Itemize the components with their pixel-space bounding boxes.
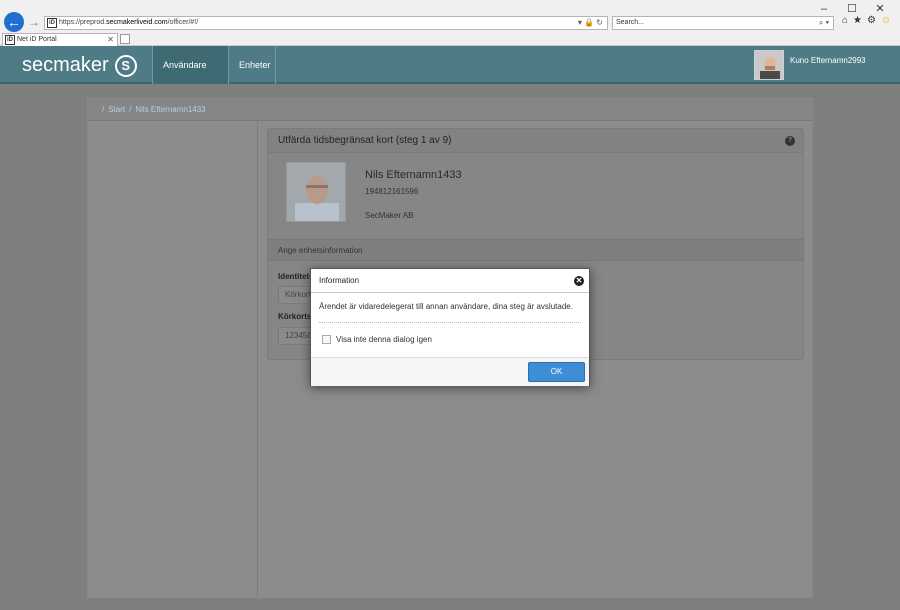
- window-controls: – ☐ ✕: [810, 2, 894, 16]
- dropdown-icon[interactable]: ▾: [578, 18, 582, 27]
- home-icon[interactable]: ⌂: [842, 15, 848, 26]
- address-icons: ▾ 🔒 ↻: [578, 17, 603, 29]
- refresh-icon[interactable]: ↻: [596, 18, 603, 27]
- information-dialog: Information ✕ Ärendet är vidaredelegerat…: [310, 268, 590, 386]
- user-avatar[interactable]: [754, 50, 784, 80]
- lock-icon[interactable]: 🔒: [584, 18, 594, 27]
- person-photo: [286, 162, 346, 222]
- dialog-divider: [319, 322, 581, 323]
- close-icon[interactable]: ✕: [574, 276, 584, 286]
- favorites-star-icon[interactable]: ★: [853, 15, 862, 26]
- arrow-right-icon: →: [28, 15, 40, 29]
- panel-title: Utfärda tidsbegränsat kort (steg 1 av 9): [268, 129, 803, 153]
- tab-favicon-icon: iD: [5, 35, 15, 45]
- nav-tab-users[interactable]: Användare1: [152, 46, 228, 111]
- logo-text: secmaker: [22, 54, 109, 76]
- url-host: secmakerliveid.com: [106, 19, 168, 26]
- close-window-icon[interactable]: ✕: [866, 2, 894, 16]
- person-photo-icon: [287, 163, 345, 221]
- minimize-icon[interactable]: –: [810, 2, 838, 16]
- arrow-left-icon: ←: [7, 14, 21, 30]
- side-pane: [88, 121, 258, 598]
- url-sub: preprod.: [80, 19, 107, 26]
- secmaker-mark-icon: S: [114, 54, 137, 77]
- dialog-footer: OK: [311, 357, 589, 386]
- breadcrumb-home[interactable]: Start: [108, 105, 125, 114]
- url-path: /officer/#!/: [167, 19, 199, 26]
- secmaker-logo[interactable]: secmaker S: [22, 54, 137, 77]
- tab-title: Net iD Portal: [17, 36, 57, 43]
- tab-close-icon[interactable]: ✕: [107, 34, 114, 46]
- user-name[interactable]: Kuno Efternamn2993: [790, 56, 866, 65]
- url-prefix: https://: [59, 19, 81, 26]
- nav-units-label: Enheter: [239, 60, 271, 70]
- person-name: Nils Efternamn1433: [365, 169, 462, 181]
- avatar-photo-icon: [755, 51, 783, 79]
- forward-button[interactable]: →: [28, 15, 40, 29]
- dialog-message: Ärendet är vidaredelegerat till annan an…: [319, 302, 573, 311]
- nav-tab-units[interactable]: Enheter: [228, 46, 276, 84]
- search-icon[interactable]: ⌕ ▾: [819, 17, 829, 29]
- address-bar[interactable]: iD https://preprod.secmakerliveid.com/of…: [44, 16, 608, 30]
- person-org: SecMaker AB: [365, 211, 414, 220]
- new-tab-button[interactable]: [120, 34, 130, 44]
- browser-chrome: – ☐ ✕ ← → iD https://preprod.secmakerliv…: [0, 0, 900, 46]
- breadcrumb-current[interactable]: Nils Efternamn1433: [135, 105, 205, 114]
- ok-button[interactable]: OK: [528, 362, 585, 382]
- person-id: 194812161596: [365, 187, 419, 196]
- back-button[interactable]: ←: [4, 12, 24, 32]
- breadcrumb-separator: /: [129, 105, 132, 114]
- settings-gear-icon[interactable]: ⚙: [867, 15, 876, 26]
- browser-tab[interactable]: iD Net iD Portal ✕: [2, 33, 118, 46]
- dialog-title: Information: [311, 269, 589, 293]
- dont-show-again-checkbox[interactable]: [322, 335, 331, 344]
- breadcrumb-separator: /: [102, 105, 105, 114]
- search-placeholder: Search...: [616, 19, 645, 26]
- dont-show-again-label[interactable]: Visa inte denna dialog igen: [336, 335, 432, 344]
- help-icon[interactable]: ?: [785, 136, 795, 146]
- section-title: Ange enhetsinformation: [268, 239, 803, 261]
- feedback-smiley-icon[interactable]: ☺: [881, 15, 891, 26]
- browser-search-input[interactable]: Search... ⌕ ▾: [612, 16, 834, 30]
- app-header: secmaker S Användare1 Enheter Kuno Efter…: [0, 46, 900, 111]
- site-favicon-icon: iD: [47, 18, 57, 28]
- maximize-icon[interactable]: ☐: [838, 2, 866, 16]
- browser-toolbar: ⌂ ★ ⚙ ☺: [842, 15, 891, 26]
- nav-users-label: Användare: [163, 60, 207, 70]
- breadcrumb: / Start / Nils Efternamn1433: [88, 99, 812, 121]
